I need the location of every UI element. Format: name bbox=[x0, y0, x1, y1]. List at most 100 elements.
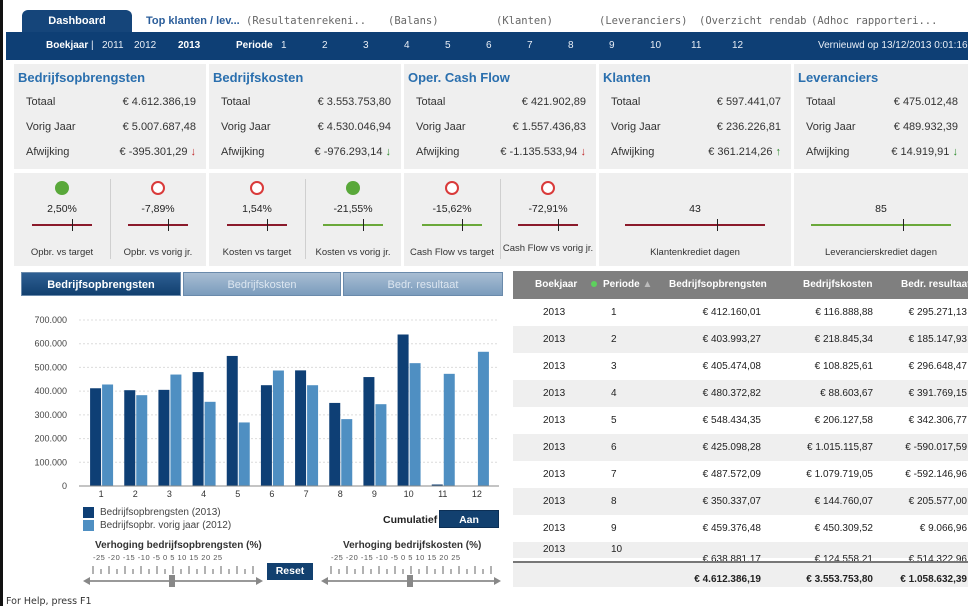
period-filter-3[interactable]: 3 bbox=[363, 32, 369, 60]
indicator-1: 2,50% Opbr. vs target bbox=[14, 173, 110, 266]
kpi-row-value: € 14.919,91 ↓ bbox=[891, 146, 958, 158]
slider-opbrengsten[interactable] bbox=[81, 564, 265, 588]
bar-2013-period-5[interactable] bbox=[226, 355, 238, 486]
sort-indicator-icon bbox=[591, 281, 597, 288]
bar-2012-period-5[interactable] bbox=[238, 422, 250, 486]
bar-2012-period-3[interactable] bbox=[170, 374, 182, 486]
bar-2012-period-10[interactable] bbox=[409, 363, 421, 486]
table-row[interactable]: 2013 9 € 459.376,48 € 450.309,52 € 9.066,96 bbox=[513, 515, 968, 542]
table-row[interactable]: 2013 4 € 480.372,82 € 88.603,67 € 391.769,15 bbox=[513, 380, 968, 407]
bar-2012-period-8[interactable] bbox=[341, 419, 353, 486]
table-row[interactable]: 2013 5 € 548.434,35 € 206.127,58 € 342.306,7… bbox=[513, 407, 968, 434]
cumulatief-toggle-button[interactable]: Aan bbox=[439, 510, 499, 528]
kpi-card-3: Oper. Cash Flow Totaal € 421.902,89 Vorig J… bbox=[404, 64, 596, 169]
col-bedrijfskosten[interactable]: Bedrijfskosten bbox=[803, 271, 872, 299]
indicator-gauge-marker bbox=[362, 219, 364, 231]
bar-2012-period-12[interactable] bbox=[477, 351, 489, 486]
chart-tab-kosten[interactable]: Bedrijfskosten bbox=[183, 272, 341, 296]
col-periode[interactable]: Periode ▲ bbox=[591, 271, 652, 299]
kpi-row-value: € 4.530.046,94 bbox=[318, 121, 391, 133]
indicator-label: Opbr. vs target bbox=[30, 247, 94, 258]
tab-leveranciers[interactable]: (Leveranciers) bbox=[599, 10, 699, 32]
period-filter-5[interactable]: 5 bbox=[445, 32, 451, 60]
period-filter-11[interactable]: 11 bbox=[691, 32, 701, 60]
reset-button[interactable]: Reset bbox=[267, 563, 313, 580]
tab-resultatenrekening[interactable]: (Resultatenrekeni... bbox=[246, 10, 364, 32]
period-filter-7[interactable]: 7 bbox=[527, 32, 533, 60]
kpi-row-value: € 3.553.753,80 bbox=[318, 96, 391, 108]
period-filter-12[interactable]: 12 bbox=[732, 32, 743, 60]
bar-2012-period-11[interactable] bbox=[443, 373, 455, 486]
bar-2013-period-10[interactable] bbox=[397, 334, 409, 486]
kpi-row-value: € 236.226,81 bbox=[717, 121, 781, 133]
results-table: Boekjaar Periode ▲ Bedrijfsopbrengsten B… bbox=[513, 271, 968, 587]
table-row[interactable]: 2013 8 € 350.337,07 € 144.760,07 € 205.577,0… bbox=[513, 488, 968, 515]
kpi-value-text: € 5.007.687,48 bbox=[122, 121, 196, 133]
bar-2012-period-9[interactable] bbox=[375, 404, 387, 486]
table-cell: 2013 bbox=[543, 415, 566, 426]
table-cell: € 295.271,13 bbox=[908, 307, 967, 318]
bar-2012-period-7[interactable] bbox=[307, 385, 319, 486]
chart-tab-resultaat[interactable]: Bedr. resultaat bbox=[343, 272, 503, 296]
col-bedr-resultaat[interactable]: Bedr. resultaat bbox=[901, 271, 968, 299]
table-cell: € 412.160,01 bbox=[702, 307, 761, 318]
indicator-value: -72,91% bbox=[528, 203, 568, 215]
kpi-title: Leveranciers bbox=[798, 70, 879, 85]
kpi-card-5: Leveranciers Totaal € 475.012,48 Vorig Jaar… bbox=[794, 64, 968, 169]
table-row[interactable]: 2013 10 € 638.881,17 € 124.558,21 € 514.322,… bbox=[513, 542, 968, 565]
year-filter-2011[interactable]: 2011 bbox=[102, 32, 124, 60]
tab-balans[interactable]: (Balans) bbox=[388, 10, 458, 32]
period-filter-4[interactable]: 4 bbox=[404, 32, 410, 60]
status-red-circle-icon bbox=[541, 181, 555, 195]
period-filter-9[interactable]: 9 bbox=[609, 32, 615, 60]
bar-2013-period-2[interactable] bbox=[124, 390, 136, 486]
table-cell: 2013 bbox=[543, 307, 566, 318]
col-bedrijfsopbrengsten[interactable]: Bedrijfsopbrengsten bbox=[669, 271, 767, 299]
bar-2013-period-3[interactable] bbox=[158, 389, 170, 486]
period-filter-8[interactable]: 8 bbox=[568, 32, 574, 60]
bar-2013-period-1[interactable] bbox=[90, 388, 102, 486]
kpi-row-label: Afwijking bbox=[806, 146, 850, 158]
table-row[interactable]: 2013 6 € 425.098,28 € 1.015.115,87 € -590.01… bbox=[513, 434, 968, 461]
kpi-row-value: € 421.902,89 bbox=[522, 96, 586, 108]
bar-2012-period-4[interactable] bbox=[204, 401, 216, 486]
status-bar: For Help, press F1 bbox=[6, 596, 92, 607]
year-filter-2013[interactable]: 2013 bbox=[178, 32, 200, 60]
period-filter-10[interactable]: 10 bbox=[650, 32, 661, 60]
table-row[interactable]: 2013 3 € 405.474,08 € 108.825,61 € 296.648,4… bbox=[513, 353, 968, 380]
indicator-label: Klantenkrediet dagen bbox=[650, 247, 740, 258]
bar-2013-period-8[interactable] bbox=[329, 402, 341, 486]
bar-2013-period-7[interactable] bbox=[295, 370, 307, 486]
chart-tab-opbrengsten[interactable]: Bedrijfsopbrengsten bbox=[21, 272, 181, 296]
kpi-row-label: Afwijking bbox=[416, 146, 460, 158]
kpi-row: Vorig Jaar € 4.530.046,94 bbox=[221, 121, 397, 139]
tab-adhoc-rapportering[interactable]: (Adhoc rapporteri... bbox=[811, 10, 961, 32]
kpi-value-text: € 1.557.436,83 bbox=[512, 121, 586, 133]
col-boekjaar[interactable]: Boekjaar bbox=[535, 271, 577, 299]
bar-2012-period-6[interactable] bbox=[272, 370, 284, 486]
y-tick-label: 600.000 bbox=[34, 339, 67, 349]
period-filter-2[interactable]: 2 bbox=[322, 32, 328, 60]
table-totals-row: € 4.612.386,19 € 3.553.753,80 € 1.058.63… bbox=[513, 561, 968, 587]
bar-2013-period-6[interactable] bbox=[260, 385, 272, 486]
bar-2013-period-9[interactable] bbox=[363, 377, 375, 486]
period-filter-6[interactable]: 6 bbox=[486, 32, 492, 60]
table-row[interactable]: 2013 1 € 412.160,01 € 116.888,88 € 295.271,1… bbox=[513, 299, 968, 326]
period-filter-1[interactable]: 1 bbox=[281, 32, 287, 60]
tab-klanten[interactable]: (Klanten) bbox=[496, 10, 576, 32]
bar-2012-period-2[interactable] bbox=[136, 395, 148, 486]
slider-kosten[interactable] bbox=[319, 564, 503, 588]
kpi-value-text: € 421.902,89 bbox=[521, 96, 586, 108]
x-tick-label: 10 bbox=[404, 489, 414, 499]
tab-top-klanten[interactable]: Top klanten / lev... bbox=[146, 10, 241, 32]
tab-dashboard[interactable]: Dashboard bbox=[22, 10, 132, 32]
status-red-circle-icon bbox=[445, 181, 459, 195]
year-filter-2012[interactable]: 2012 bbox=[134, 32, 156, 60]
table-row[interactable]: 2013 7 € 487.572,09 € 1.079.719,05 € -592.14… bbox=[513, 461, 968, 488]
kpi-title: Bedrijfskosten bbox=[213, 70, 304, 85]
table-row[interactable]: 2013 2 € 403.993,27 € 218.845,34 € 185.147,9… bbox=[513, 326, 968, 353]
bar-2012-period-1[interactable] bbox=[102, 384, 114, 486]
tab-overzicht-rendabiliteit[interactable]: (Overzicht rendab... bbox=[699, 10, 809, 32]
bar-2013-period-4[interactable] bbox=[192, 372, 204, 486]
kpi-row: Afwijking € -1.135.533,94 ↓ bbox=[416, 146, 592, 164]
